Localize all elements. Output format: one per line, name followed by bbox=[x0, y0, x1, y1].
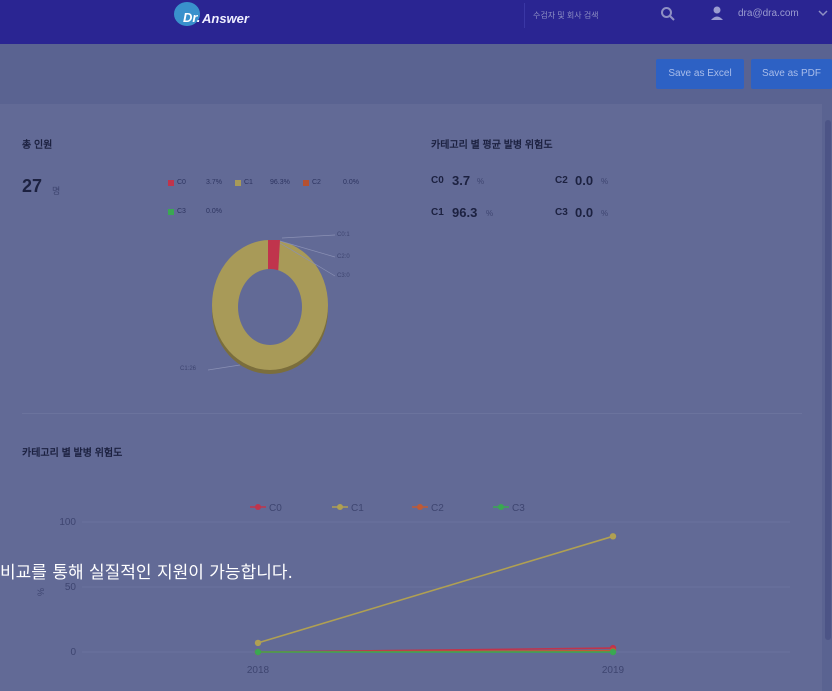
avg-risk-title: 카테고리 별 평균 발병 위험도 bbox=[431, 140, 553, 151]
legend-marker-c0 bbox=[255, 504, 261, 510]
legend-marker-c1 bbox=[337, 504, 343, 510]
stat-unit-c2: % bbox=[601, 177, 609, 186]
legend-label-c2: C2 bbox=[431, 503, 444, 514]
category-donut-chart bbox=[207, 234, 336, 374]
donut-label-c0: C0:1 bbox=[337, 232, 350, 238]
logo-mark-text: Dr. bbox=[183, 10, 201, 25]
overlay-caption: 비교를 통해 실질적인 지원이 가능합니다. bbox=[0, 563, 293, 583]
stat-unit-c0: % bbox=[477, 177, 485, 186]
legend-label-c0: C0 bbox=[177, 179, 186, 186]
total-people-value: 27 bbox=[22, 176, 43, 196]
legend-label-c2: C2 bbox=[312, 179, 321, 186]
legend-label-c1: C1 bbox=[244, 179, 253, 186]
stat-label-c2: C2 bbox=[555, 175, 568, 186]
search-box bbox=[524, 3, 650, 28]
x-tick-label: 2018 bbox=[247, 665, 270, 676]
data-point-c1 bbox=[609, 533, 617, 540]
total-people-unit: 명 bbox=[52, 186, 61, 196]
stat-value-c3: 0.0 bbox=[575, 205, 594, 220]
donut-label-c2: C2:0 bbox=[337, 254, 350, 260]
y-axis-label: % bbox=[36, 588, 46, 596]
legend-swatch-c0 bbox=[168, 180, 174, 186]
stat-unit-c3: % bbox=[601, 209, 609, 218]
legend-label-c3: C3 bbox=[512, 503, 525, 514]
category-risk-line-chart: 100 50 0% 2018 2019 C0 C1 C2 C3 bbox=[36, 503, 790, 676]
legend-label-c3: C3 bbox=[177, 208, 186, 215]
stat-label-c1: C1 bbox=[431, 207, 444, 218]
legend-swatch-c3 bbox=[168, 209, 174, 215]
legend-pct-c2: 0.0% bbox=[343, 179, 359, 186]
app-logo[interactable]: Dr. Answer bbox=[174, 2, 264, 32]
total-people-title: 총 인원 bbox=[22, 140, 53, 151]
stat-unit-c1: % bbox=[486, 209, 494, 218]
chevron-down-icon[interactable] bbox=[818, 8, 828, 18]
stat-value-c0: 3.7 bbox=[452, 173, 471, 188]
top-navbar: Dr. Answer dra@dra.com bbox=[0, 0, 832, 44]
y-tick-label: 0 bbox=[70, 647, 76, 658]
legend-pct-c0: 3.7% bbox=[206, 179, 222, 186]
save-as-excel-button[interactable]: Save as Excel bbox=[656, 59, 744, 89]
search-input[interactable] bbox=[533, 8, 643, 22]
stat-label-c3: C3 bbox=[555, 207, 568, 218]
legend-pct-c3: 0.0% bbox=[206, 208, 222, 215]
y-tick-label: 100 bbox=[59, 517, 76, 528]
logo-name: Answer bbox=[202, 11, 249, 26]
scrollbar[interactable] bbox=[825, 120, 831, 640]
legend-marker-c2 bbox=[417, 504, 423, 510]
stat-value-c2: 0.0 bbox=[575, 173, 594, 188]
stat-label-c0: C0 bbox=[431, 175, 444, 186]
save-as-pdf-button[interactable]: Save as PDF bbox=[751, 59, 832, 89]
legend-marker-c3 bbox=[498, 504, 504, 510]
series-line-c1 bbox=[257, 535, 614, 644]
data-point-c1 bbox=[254, 639, 262, 647]
legend-swatch-c1 bbox=[235, 180, 241, 186]
legend-pct-c1: 96.3% bbox=[270, 179, 290, 186]
search-icon[interactable] bbox=[660, 6, 676, 22]
donut-label-c1: C1:26 bbox=[180, 366, 197, 372]
x-tick-label: 2019 bbox=[602, 665, 625, 676]
legend-label-c1: C1 bbox=[351, 503, 364, 514]
user-icon[interactable] bbox=[710, 5, 724, 21]
data-point-c3 bbox=[609, 648, 617, 656]
section-divider bbox=[22, 413, 802, 414]
y-tick-label: 50 bbox=[65, 582, 77, 593]
legend-swatch-c2 bbox=[303, 180, 309, 186]
data-point-c3 bbox=[254, 648, 262, 656]
donut-label-c3: C3:0 bbox=[337, 273, 350, 279]
line-chart-title: 카테고리 별 발병 위험도 bbox=[22, 448, 123, 459]
donut-hole bbox=[238, 269, 302, 345]
user-email[interactable]: dra@dra.com bbox=[738, 8, 799, 19]
stat-value-c1: 96.3 bbox=[452, 205, 478, 220]
legend-label-c0: C0 bbox=[269, 503, 282, 514]
